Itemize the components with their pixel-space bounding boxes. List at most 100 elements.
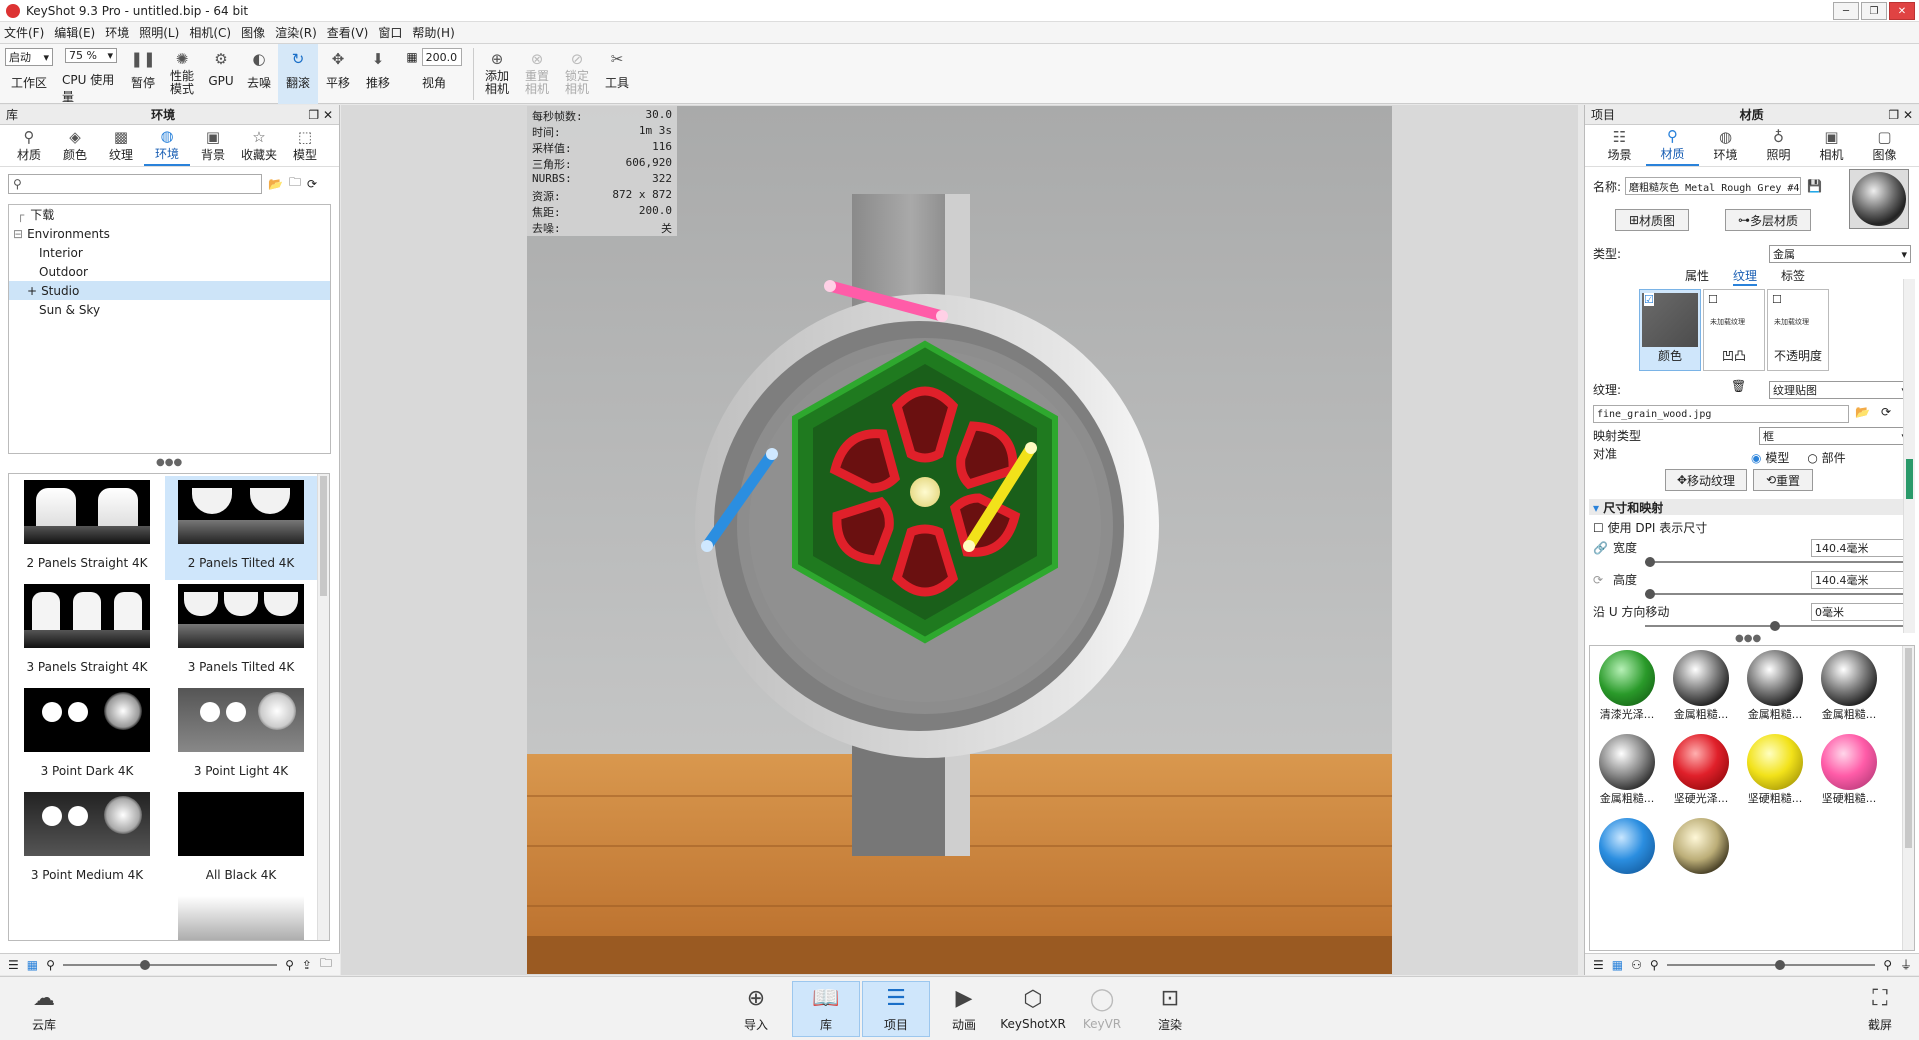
thumb-all-black[interactable]: All Black 4K [165,788,317,892]
hierarchy-icon[interactable]: ⚇ [1631,958,1642,972]
height-input[interactable]: 140.4毫米 [1811,571,1911,589]
menu-view[interactable]: 查看(V) [327,24,369,41]
library-search-input[interactable]: ⚲ [8,173,262,194]
minimize-button[interactable]: ─ [1833,2,1859,20]
lock-camera-button[interactable]: ⊘ 锁定相机 [557,44,597,104]
thumb-3-point-light[interactable]: 3 Point Light 4K [165,684,317,788]
swatch-item[interactable]: 金属粗糙... [1740,650,1810,732]
thumb-3-panels-tilted[interactable]: 3 Panels Tilted 4K [165,580,317,684]
tab-material[interactable]: ⚲ 材质 [1646,125,1699,166]
keyshotxr-button[interactable]: ⬡ KeyShotXR [999,981,1067,1037]
swatch-item[interactable]: 清漆光泽... [1592,650,1662,732]
tab-textures[interactable]: ▩ 纹理 [98,125,144,166]
tab-materials[interactable]: ⚲ 材质 [6,125,52,166]
collapse-icon[interactable]: ⊟ [13,227,23,241]
tab-scene[interactable]: ☷ 场景 [1593,125,1646,166]
denoise-button[interactable]: ◐ 去噪 [240,44,278,104]
reload-icon[interactable]: ⟳ [1881,405,1891,419]
texture-slot-opacity[interactable]: ☐ 未加载纹理 不透明度 [1767,289,1829,371]
tree-item-downloads[interactable]: ┌ 下载 [9,205,330,224]
gpu-button[interactable]: ⚙ GPU [202,44,240,104]
mapping-type-select[interactable]: 框▾ [1759,427,1911,445]
cloud-library-button[interactable]: ☁ 云库 [10,981,78,1037]
align-part-radio[interactable]: ○ 部件 [1807,449,1845,466]
zoom-out-icon[interactable]: ⚲ [46,958,55,972]
checkbox-icon[interactable]: ☐ [1708,293,1718,306]
pause-button[interactable]: ❚❚ 暂停 [124,44,162,104]
material-graph-button[interactable]: ⊞ 材质图 [1615,209,1689,231]
folder-icon[interactable]: 📂 [268,177,283,191]
undock-icon[interactable]: ❐ [308,108,319,122]
close-button[interactable]: ✕ [1889,2,1915,20]
thumb-2-panels-tilted[interactable]: 2 Panels Tilted 4K [165,476,317,580]
render-button[interactable]: ⊡ 渲染 [1136,981,1204,1037]
menu-help[interactable]: 帮助(H) [412,24,454,41]
swatch-item[interactable]: 坚硬粗糙... [1740,734,1810,816]
checkbox-icon[interactable]: ☐ [1772,293,1782,306]
tab-environments[interactable]: ◍ 环境 [144,125,190,166]
folder-add-icon[interactable]: 🗀 [289,173,301,194]
tab-models[interactable]: ⬚ 模型 [282,125,328,166]
zoom-in-icon[interactable]: ⚲ [285,958,294,972]
u-move-slider[interactable] [1645,621,1905,631]
tree-item-outdoor[interactable]: Outdoor [9,262,330,281]
add-camera-button[interactable]: ⊕ 添加相机 [477,44,517,104]
library-button[interactable]: 📖 库 [792,981,860,1037]
upload-icon[interactable]: ⇪ [302,958,312,972]
swatch-item[interactable]: 金属粗糙... [1814,650,1884,732]
perf-mode-button[interactable]: ✺ 性能模式 [162,44,202,104]
project-button[interactable]: ☰ 项目 [862,981,930,1037]
material-name-input[interactable]: 磨粗糙灰色 Metal Rough Grey #4 [1625,177,1802,195]
subtab-textures[interactable]: 纹理 [1733,267,1758,286]
tree-item-interior[interactable]: Interior [9,243,330,262]
swatch-item[interactable]: 金属粗糙... [1592,734,1662,816]
menu-image[interactable]: 图像 [241,24,265,41]
close-panel-icon[interactable]: ✕ [1903,108,1913,122]
tab-image[interactable]: ▢ 图像 [1858,125,1911,166]
menu-render[interactable]: 渲染(R) [275,24,317,41]
real-time-viewport[interactable]: 每秒帧数: 30.0 时间: 1m 3s 采样值: 116 三角形: 606,920 N… [527,106,1392,974]
tree-item-studio[interactable]: + Studio [9,281,330,300]
list-view-icon[interactable]: ☰ [1593,958,1604,972]
tab-favorites[interactable]: ☆ 收藏夹 [236,125,282,166]
grid-view-icon[interactable]: ▦ [1612,958,1623,972]
thumb-partial[interactable] [165,892,317,940]
pan-button[interactable]: ✥ 平移 [318,44,358,104]
close-panel-icon[interactable]: ✕ [323,108,333,122]
thumb-3-panels-straight[interactable]: 3 Panels Straight 4K [11,580,163,684]
tab-backgrounds[interactable]: ▣ 背景 [190,125,236,166]
render-image[interactable] [527,106,1392,974]
menu-file[interactable]: 文件(F) [4,24,44,41]
undock-icon[interactable]: ❐ [1888,108,1899,122]
texture-type-select[interactable]: 纹理贴图▾ [1769,381,1911,399]
save-icon[interactable]: 💾 [1807,179,1822,193]
swatch-item[interactable] [1592,818,1662,900]
thumb-3-point-medium[interactable]: 3 Point Medium 4K [11,788,163,892]
fov-input[interactable]: 200.0 [421,48,462,66]
tumble-button[interactable]: ↻ 翻滚 [278,44,318,104]
splitter-handle[interactable]: ●●● [156,457,182,468]
texture-file-input[interactable]: fine_grain_wood.jpg [1593,405,1849,423]
tab-lighting[interactable]: ♁ 照明 [1752,125,1805,166]
align-model-radio[interactable]: ◉ 模型 [1751,449,1789,466]
tree-item-environments[interactable]: ⊟ Environments [9,224,330,243]
import-button[interactable]: ⊕ 导入 [722,981,790,1037]
filter-icon[interactable]: ⏚ [1900,956,1912,973]
swatch-item[interactable]: 坚硬粗糙... [1814,734,1884,816]
swatch-item[interactable]: 坚硬光泽... [1666,734,1736,816]
splitter-handle[interactable]: ●●● [1735,633,1761,644]
expand-icon[interactable]: + [27,284,37,298]
width-input[interactable]: 140.4毫米 [1811,539,1911,557]
grid-scrollbar[interactable] [317,474,329,940]
swatch-item[interactable] [1666,818,1736,900]
subtab-properties[interactable]: 属性 [1685,267,1709,286]
unlink-icon[interactable]: ⟳ [1593,573,1603,587]
link-icon[interactable]: 🔗 [1593,541,1608,555]
tab-environment[interactable]: ◍ 环境 [1699,125,1752,166]
height-slider[interactable] [1645,589,1905,599]
zoom-in-icon[interactable]: ⚲ [1883,958,1892,972]
tools-button[interactable]: ✂ 工具 [597,44,637,104]
reset-camera-button[interactable]: ⊗ 重置相机 [517,44,557,104]
swatch-scrollbar[interactable] [1902,646,1914,950]
screenshot-button[interactable]: ⛶ 截屏 [1846,981,1914,1037]
